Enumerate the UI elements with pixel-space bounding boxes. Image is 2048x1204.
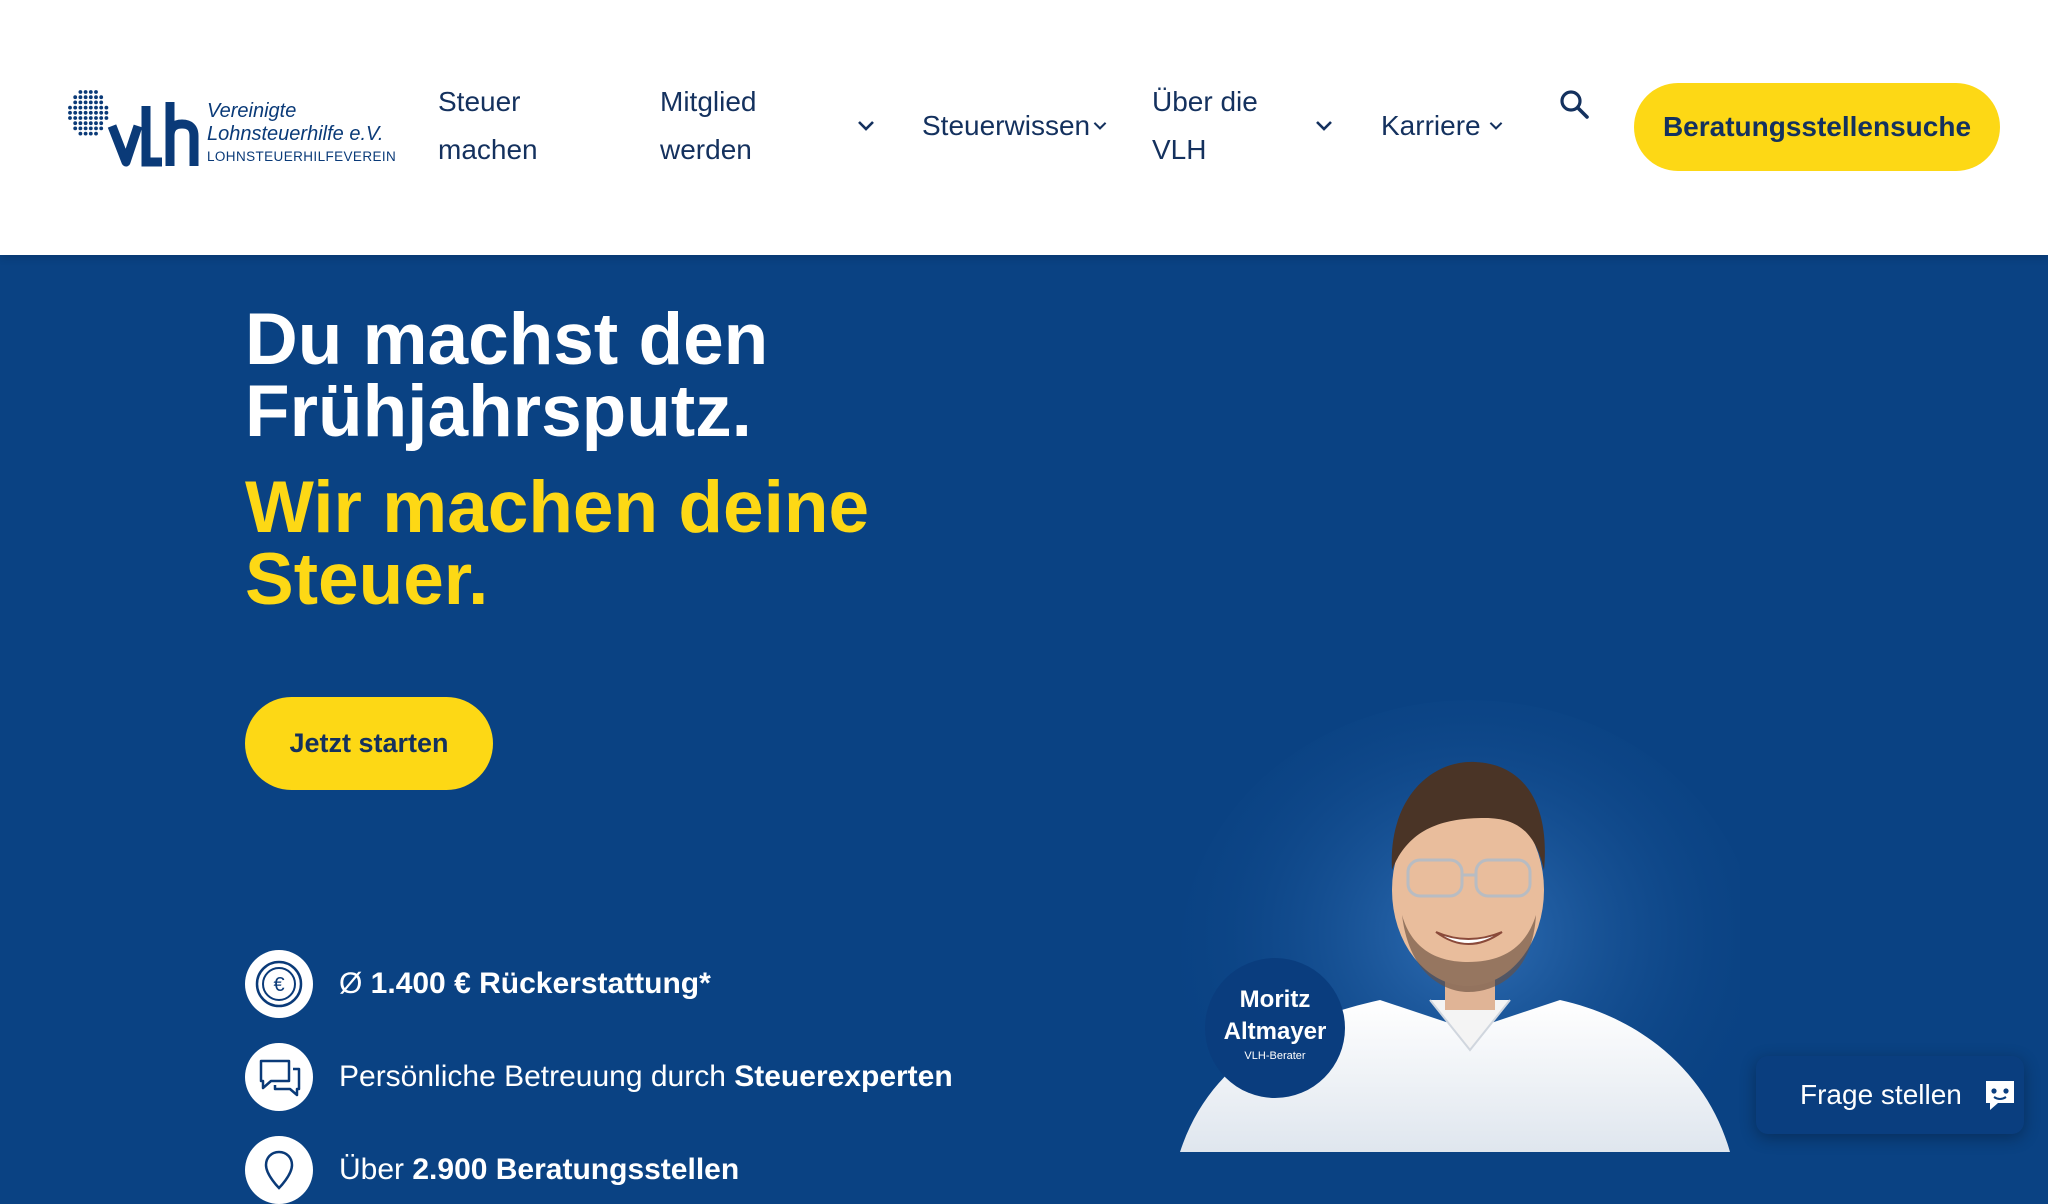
svg-text:€: €: [273, 974, 284, 996]
feature-prefix: Über: [339, 1153, 413, 1186]
chat-bot-icon: [1985, 1081, 2014, 1110]
nav-item-karriere[interactable]: Karriere: [1381, 102, 1481, 150]
search-icon[interactable]: [1558, 88, 1590, 120]
advisor-first-name: Moritz: [1239, 986, 1311, 1013]
location-icon: [245, 1136, 313, 1204]
nav-item-mitglied-werden[interactable]: Mitglied werden: [660, 78, 756, 174]
nav-label-line2: machen: [438, 134, 538, 165]
hero-subline-line1: Wir machen deine: [245, 467, 870, 548]
cta-label: Beratungsstellensuche: [1662, 111, 1972, 142]
nav-label-line2: VLH: [1152, 134, 1207, 165]
start-button-label: Jetzt starten: [289, 728, 449, 758]
hero-subline-line2: Steuer.: [245, 539, 489, 620]
feature-prefix: Persönliche Betreuung durch: [339, 1060, 735, 1093]
chat-label: Frage stellen: [1800, 1079, 1962, 1110]
vlh-logo[interactable]: Vereinigte Lohnsteuerhilfe e.V. LOHNSTEU…: [62, 84, 396, 174]
feature-bold: 2.900 Beratungsstellen: [412, 1153, 740, 1186]
chevron-down-icon[interactable]: [1314, 116, 1334, 136]
feature-item-betreuung: Persönliche Betreuung durch Steuerexpert…: [245, 1043, 953, 1111]
feature-item-rueckerstattung: € Ø 1.400 € Rückerstattung*: [245, 950, 711, 1018]
nav-label-line1: Mitglied: [660, 86, 757, 117]
beratungsstellensuche-button[interactable]: Beratungsstellensuche: [1634, 83, 2000, 171]
frage-stellen-chat-button[interactable]: Frage stellen: [1756, 1056, 2024, 1134]
advisor-last-name: Altmayer: [1223, 1018, 1327, 1045]
chevron-down-icon[interactable]: [856, 116, 876, 136]
nav-label-line1: Über die: [1152, 86, 1258, 117]
nav-item-steuerwissen[interactable]: Steuerwissen: [922, 102, 1090, 150]
feature-item-beratungsstellen: Über 2.900 Beratungsstellen: [245, 1136, 739, 1204]
advisor-role: VLH-Berater: [1244, 1050, 1306, 1062]
logo-line-lohnsteuerhilfe: Lohnsteuerhilfe e.V.: [207, 123, 384, 145]
chevron-down-icon[interactable]: [1488, 118, 1504, 134]
chat-bubbles-icon: [245, 1043, 313, 1111]
jetzt-starten-button[interactable]: Jetzt starten: [245, 697, 493, 790]
logo-line-vereinigte: Vereinigte: [207, 100, 297, 122]
feature-prefix: Ø: [339, 967, 371, 1000]
hero-subline: Wir machen deine Steuer.: [245, 467, 870, 620]
hero-headline-line2: Frühjahrsputz.: [245, 371, 752, 452]
advisor-name-badge: Moritz Altmayer VLH-Berater: [1205, 958, 1345, 1098]
hero-headline: Du machst den Frühjahrsputz.: [245, 299, 769, 452]
chevron-down-icon[interactable]: [1092, 118, 1108, 134]
nav-label-line1: Steuer: [438, 86, 521, 117]
euro-coin-icon: €: [245, 950, 313, 1018]
nav-label: Karriere: [1381, 110, 1481, 141]
feature-bold: Steuerexperten: [734, 1060, 953, 1093]
feature-bold: 1.400 € Rückerstattung*: [370, 967, 711, 1000]
nav-item-ueber-die-vlh[interactable]: Über die VLH: [1152, 78, 1258, 174]
nav-label: Steuerwissen: [922, 110, 1091, 141]
advisor-photo: [1180, 700, 1740, 1152]
logo-text: Vereinigte Lohnsteuerhilfe e.V. LOHNSTEU…: [207, 100, 396, 164]
vlh-logo-mark: [68, 90, 199, 167]
logo-line-lohnsteuerhilfeverein: LOHNSTEUERHILFEVEREIN: [207, 149, 397, 164]
site-header: Vereinigte Lohnsteuerhilfe e.V. LOHNSTEU…: [0, 0, 2048, 255]
nav-label-line2: werden: [660, 134, 752, 165]
nav-item-steuer-machen[interactable]: Steuer machen: [438, 78, 538, 174]
hero-headline-line1: Du machst den: [245, 299, 769, 380]
